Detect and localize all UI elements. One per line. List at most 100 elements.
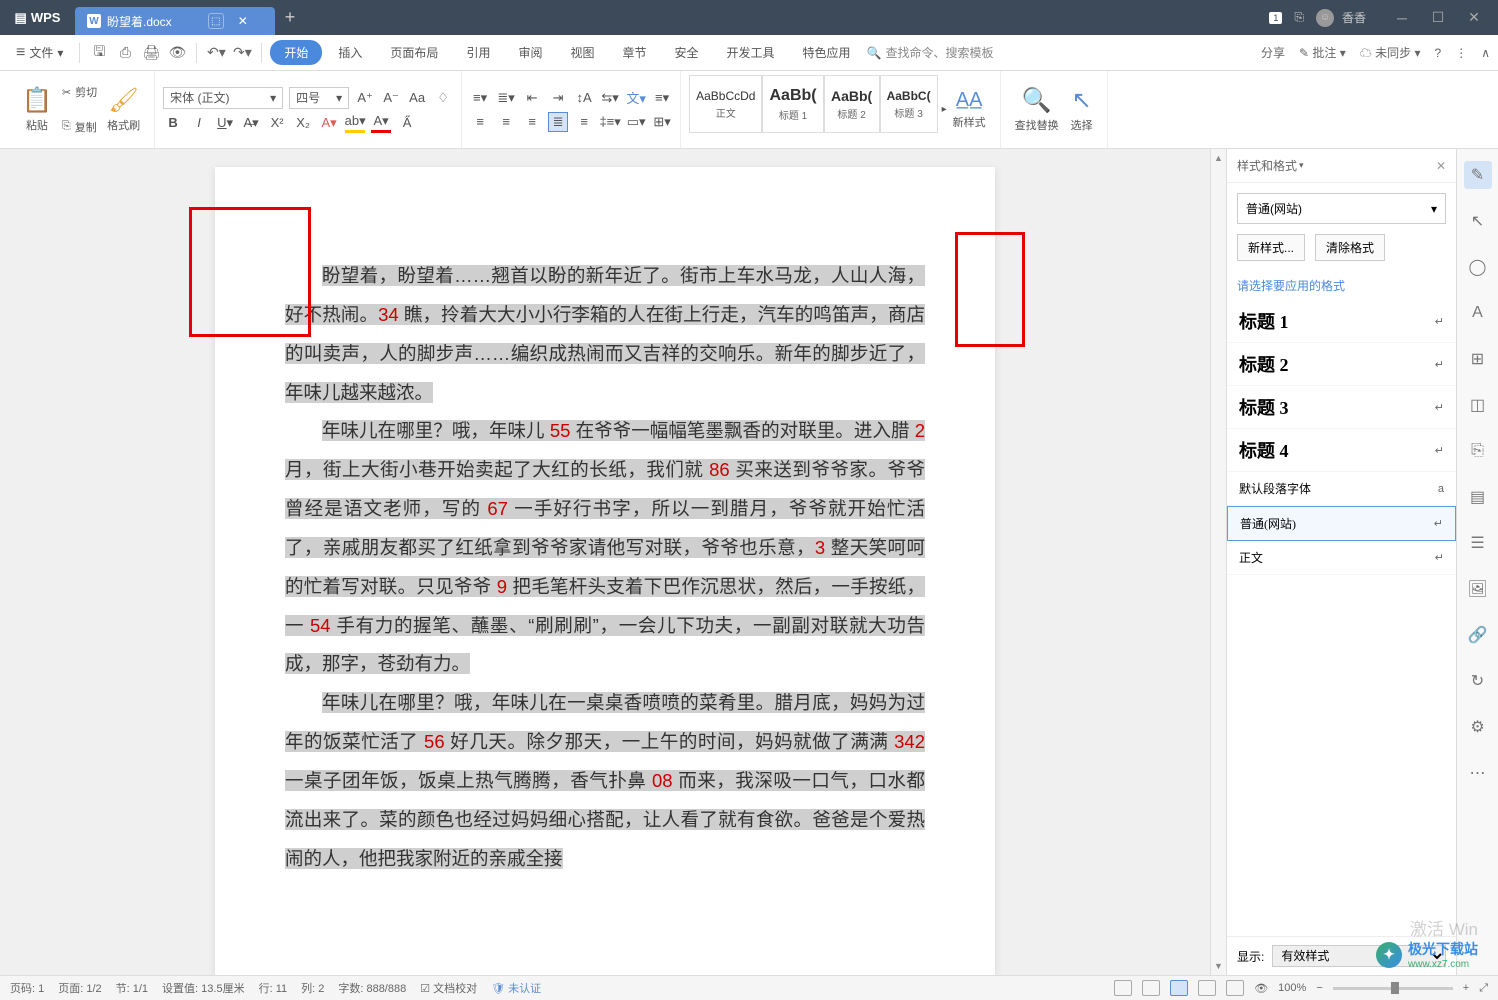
justify-icon[interactable]: ≣: [548, 112, 568, 132]
clear-format-button[interactable]: 清除格式: [1315, 234, 1385, 261]
ribbon-tab-security[interactable]: 安全: [663, 38, 711, 67]
page-view-icon[interactable]: [1170, 980, 1188, 996]
style-item-default-font[interactable]: 默认段落字体a: [1227, 472, 1456, 506]
maximize-button[interactable]: ☐: [1426, 6, 1450, 30]
superscript-icon[interactable]: X²: [267, 113, 287, 133]
style-heading3[interactable]: AaBbC(标题 3: [880, 75, 938, 133]
more-icon[interactable]: ⋮: [1455, 46, 1467, 60]
text-rail-icon[interactable]: A: [1464, 299, 1492, 327]
align-left-icon[interactable]: ≡: [470, 112, 490, 132]
zoom-out-icon[interactable]: −: [1316, 982, 1322, 994]
style-item-heading1[interactable]: 标题 1↵: [1227, 300, 1456, 343]
status-page[interactable]: 页面: 1/2: [58, 980, 101, 996]
ribbon-tab-reference[interactable]: 引用: [454, 38, 502, 67]
save-icon[interactable]: 🖫: [88, 42, 110, 64]
web-view-icon[interactable]: [1226, 980, 1244, 996]
shrink-font-icon[interactable]: A⁻: [381, 88, 401, 108]
tab-icon[interactable]: ⇆▾: [600, 88, 620, 108]
decrease-indent-icon[interactable]: ⇤: [522, 88, 542, 108]
chevron-down-icon[interactable]: ▾: [1299, 160, 1304, 171]
ribbon-tab-layout[interactable]: 页面布局: [378, 38, 450, 67]
ribbon-tab-review[interactable]: 审阅: [506, 38, 554, 67]
borders-icon[interactable]: ⊞▾: [652, 112, 672, 132]
format-painter-button[interactable]: 🖌 格式刷: [101, 75, 146, 144]
bullets-icon[interactable]: ≡▾: [470, 88, 490, 108]
font-color-icon[interactable]: A▾: [371, 113, 391, 133]
print-preview-icon[interactable]: 👁: [166, 42, 188, 64]
status-col[interactable]: 列: 2: [301, 980, 324, 996]
ribbon-tab-chapter[interactable]: 章节: [610, 38, 658, 67]
read-view-icon[interactable]: [1142, 980, 1160, 996]
highlight-icon[interactable]: ab▾: [345, 113, 365, 133]
align-toggle-icon[interactable]: ≡▾: [652, 88, 672, 108]
status-spellcheck[interactable]: ☑ 文档校对: [420, 980, 477, 996]
comment-button[interactable]: ✎ 批注 ▾: [1299, 44, 1346, 61]
redo-icon[interactable]: ↷▾: [231, 42, 253, 64]
style-item-heading4[interactable]: 标题 4↵: [1227, 429, 1456, 472]
collapse-ribbon-icon[interactable]: ∧: [1481, 46, 1490, 60]
shading-icon[interactable]: ▭▾: [626, 112, 646, 132]
font-size-select[interactable]: 四号▾: [289, 87, 349, 109]
cut-button[interactable]: ✂剪切: [58, 82, 101, 102]
align-center-icon[interactable]: ≡: [496, 112, 516, 132]
grow-font-icon[interactable]: A⁺: [355, 88, 375, 108]
add-tab-button[interactable]: +: [275, 7, 305, 28]
status-section[interactable]: 节: 1/1: [116, 980, 148, 996]
layout-rail-icon[interactable]: ▤: [1464, 483, 1492, 511]
export-icon[interactable]: ⎙: [114, 42, 136, 64]
underline-icon[interactable]: U▾: [215, 113, 235, 133]
copy-button[interactable]: ⎘复制: [58, 117, 101, 137]
style-item-heading2[interactable]: 标题 2↵: [1227, 343, 1456, 386]
status-line[interactable]: 行: 11: [259, 980, 288, 996]
style-item-normal-web[interactable]: 普通(网站)↵: [1227, 506, 1456, 541]
document-canvas[interactable]: 盼望着，盼望着……翘首以盼的新年近了。街市上车水马龙，人山人海，好不热闹。34 …: [0, 149, 1210, 975]
link-rail-icon[interactable]: 🔗: [1464, 621, 1492, 649]
scroll-down-icon[interactable]: ▼: [1214, 961, 1223, 971]
close-tab-icon[interactable]: ✕: [238, 14, 248, 28]
new-style-button[interactable]: A̲A̲ 新样式: [947, 75, 992, 144]
line-spacing-icon[interactable]: ‡≡▾: [600, 112, 620, 132]
gift-icon[interactable]: ⎘: [1294, 10, 1304, 25]
distribute-icon[interactable]: ≡: [574, 112, 594, 132]
styles-rail-icon[interactable]: ✎: [1464, 161, 1492, 189]
undo-icon[interactable]: ↶▾: [205, 42, 227, 64]
find-replace-button[interactable]: 🔍 查找替换: [1009, 75, 1065, 144]
align-right-icon[interactable]: ≡: [522, 112, 542, 132]
select-rail-icon[interactable]: ↖: [1464, 207, 1492, 235]
fullscreen-view-icon[interactable]: [1114, 980, 1132, 996]
increase-indent-icon[interactable]: ⇥: [548, 88, 568, 108]
table-rail-icon[interactable]: ⊞: [1464, 345, 1492, 373]
zoom-slider[interactable]: [1333, 987, 1453, 990]
style-heading1[interactable]: AaBb(标题 1: [762, 75, 823, 133]
backup-rail-icon[interactable]: ↻: [1464, 667, 1492, 695]
status-setting[interactable]: 设置值: 13.5厘米: [162, 980, 245, 996]
properties-rail-icon[interactable]: ☰: [1464, 529, 1492, 557]
current-style-display[interactable]: 普通(网站) ▾: [1237, 193, 1446, 224]
zoom-in-icon[interactable]: +: [1463, 982, 1469, 994]
change-case-icon[interactable]: Aa: [407, 88, 427, 108]
minimize-button[interactable]: ─: [1390, 6, 1414, 30]
ribbon-tab-special[interactable]: 特色应用: [791, 38, 863, 67]
settings-rail-icon[interactable]: ⚙: [1464, 713, 1492, 741]
subscript-icon[interactable]: X₂: [293, 113, 313, 133]
italic-icon[interactable]: I: [189, 113, 209, 133]
document-tab[interactable]: W 盼望着.docx ⬚ ✕: [75, 7, 275, 35]
help-icon[interactable]: ?: [1435, 46, 1442, 60]
ribbon-tab-start[interactable]: 开始: [270, 40, 322, 65]
scroll-up-icon[interactable]: ▲: [1214, 153, 1223, 163]
style-item-heading3[interactable]: 标题 3↵: [1227, 386, 1456, 429]
vertical-scrollbar[interactable]: ▲ ▼: [1210, 149, 1226, 975]
text-direction-icon[interactable]: 文▾: [626, 88, 646, 108]
notification-badge[interactable]: 1: [1269, 12, 1282, 24]
select-button[interactable]: ↖ 选择: [1065, 75, 1099, 144]
zoom-value[interactable]: 100%: [1278, 982, 1306, 994]
close-panel-icon[interactable]: ✕: [1436, 159, 1446, 173]
font-name-select[interactable]: 宋体 (正文)▾: [163, 87, 283, 109]
style-heading2[interactable]: AaBb(标题 2: [824, 75, 880, 133]
text-effects-icon[interactable]: A▾: [319, 113, 339, 133]
status-words[interactable]: 字数: 888/888: [338, 980, 406, 996]
ribbon-tab-view[interactable]: 视图: [558, 38, 606, 67]
clipboard-rail-icon[interactable]: ⎘: [1464, 437, 1492, 465]
close-window-button[interactable]: ✕: [1462, 6, 1486, 30]
more-rail-icon[interactable]: ⋯: [1464, 759, 1492, 787]
